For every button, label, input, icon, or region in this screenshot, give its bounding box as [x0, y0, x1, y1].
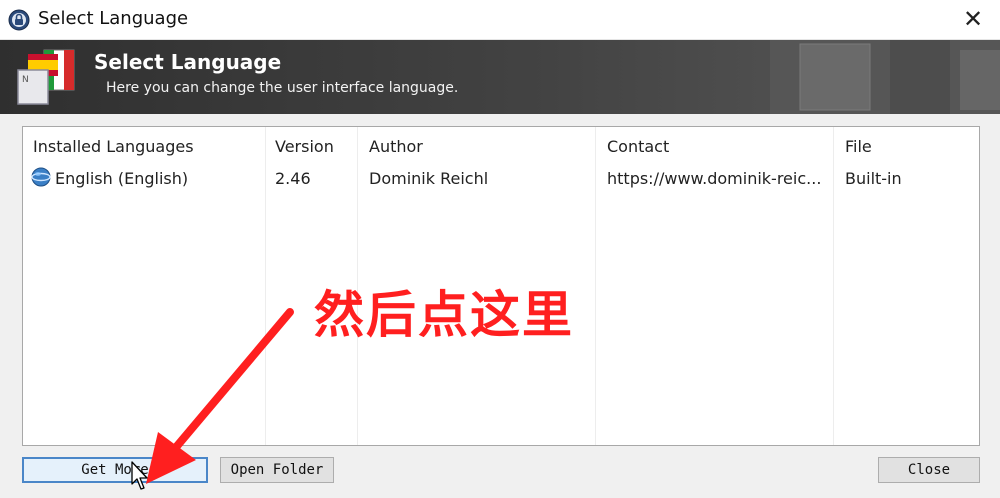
annotation-text: 然后点这里: [314, 286, 574, 344]
column-header-contact[interactable]: Contact: [607, 137, 669, 156]
column-header-installed-languages[interactable]: Installed Languages: [33, 137, 194, 156]
column-divider: [595, 127, 596, 445]
get-more-button[interactable]: Get More: [22, 457, 208, 483]
banner-decoration: [770, 40, 1000, 114]
close-button[interactable]: Close: [878, 457, 980, 483]
column-divider: [265, 127, 266, 445]
window-title: Select Language: [38, 8, 189, 29]
column-divider: [833, 127, 834, 445]
close-icon[interactable]: ✕: [960, 6, 986, 32]
language-file: Built-in: [845, 169, 902, 188]
column-header-version[interactable]: Version: [275, 137, 334, 156]
globe-icon: [31, 167, 51, 187]
column-header-file[interactable]: File: [845, 137, 872, 156]
title-bar: Select Language ✕: [0, 0, 1000, 40]
mouse-pointer-icon: [131, 461, 148, 490]
column-header-author[interactable]: Author: [369, 137, 423, 156]
separator: [0, 114, 1000, 124]
header-banner: N Select Language Here you can change th…: [0, 40, 1000, 114]
svg-text:N: N: [22, 75, 29, 85]
language-contact: https://www.dominik-reic...: [607, 169, 822, 188]
language-flags-icon: N: [17, 49, 75, 105]
language-author: Dominik Reichl: [369, 169, 489, 188]
banner-title: Select Language: [94, 50, 282, 74]
language-version: 2.46: [275, 169, 311, 188]
open-folder-button[interactable]: Open Folder: [220, 457, 334, 483]
banner-subtitle: Here you can change the user interface l…: [106, 80, 459, 96]
keepass-lock-icon: [8, 9, 30, 31]
language-name[interactable]: English (English): [55, 169, 188, 188]
